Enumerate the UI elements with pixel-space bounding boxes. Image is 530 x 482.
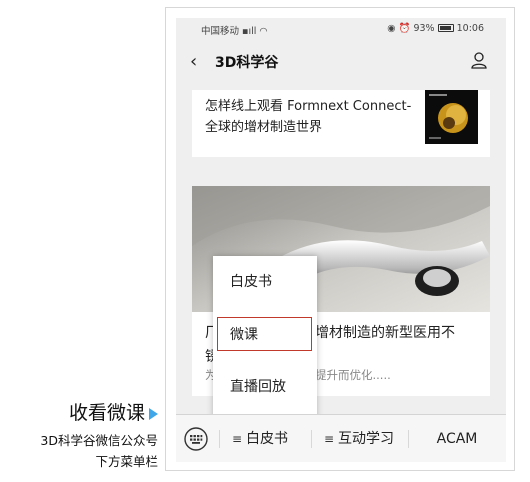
menu-acam[interactable]: ACAM — [408, 415, 506, 462]
nav-bar: ‹ 3D科学谷 — [176, 46, 506, 76]
article-title-end: 增材制造的新型医用不 — [315, 325, 455, 341]
keyboard-icon[interactable] — [184, 427, 208, 451]
caption-title-text: 收看微课 — [68, 402, 145, 424]
battery-percent: 93% — [413, 23, 435, 34]
menu-label: 互动学习 — [338, 431, 395, 447]
caption-line1: 3D科学谷微信公众号 — [40, 433, 158, 448]
page-title: 3D科学谷 — [215, 55, 279, 71]
profile-icon[interactable] — [470, 51, 488, 69]
menu-divider — [219, 430, 220, 448]
submenu-item-microcourse[interactable]: 微课 — [213, 315, 317, 355]
article-thumbnail — [425, 90, 478, 144]
menu-label: ACAM — [436, 431, 478, 447]
clock-time: 10:06 — [456, 23, 484, 34]
menu-whitepaper[interactable]: ≡ 白皮书 — [219, 415, 301, 462]
article-title: 怎样线上观看 Formnext Connect-全球的增材制造世界 — [205, 99, 412, 135]
menu-interactive-learning[interactable]: ≡ 互动学习 — [311, 415, 407, 462]
phone-screen: 中国移动 ▪ıll ◠ ◉ ⏰ 93% 10:06 ‹ 3D科学谷 怎样线上观看… — [176, 18, 506, 462]
status-bar: 中国移动 ▪ıll ◠ ◉ ⏰ 93% 10:06 — [176, 18, 506, 38]
article-card-formnext[interactable]: 怎样线上观看 Formnext Connect-全球的增材制造世界 — [192, 90, 490, 157]
menu-icon: ≡ — [323, 432, 335, 446]
back-icon[interactable]: ‹ — [190, 51, 197, 72]
menu-icon: ≡ — [231, 432, 243, 446]
menu-label: 白皮书 — [246, 431, 289, 447]
menu-divider — [311, 430, 312, 448]
submenu-popup: 白皮书 微课 直播回放 — [213, 256, 317, 421]
article-desc-end: 提升而优化..... — [315, 368, 391, 382]
status-right: ◉ ⏰ 93% 10:06 — [387, 23, 484, 34]
arrow-right-icon — [149, 407, 158, 420]
battery-icon — [437, 24, 454, 32]
submenu-item-whitepaper[interactable]: 白皮书 — [213, 262, 317, 302]
carrier-text: 中国移动 — [201, 26, 240, 37]
caption-line2: 下方菜单栏 — [95, 454, 158, 469]
caption-title: 收看微课 — [69, 398, 158, 425]
phone-frame: 中国移动 ▪ıll ◠ ◉ ⏰ 93% 10:06 ‹ 3D科学谷 怎样线上观看… — [165, 7, 515, 471]
carrier-label: 中国移动 ▪ıll ◠ — [201, 26, 268, 37]
menu-divider — [408, 430, 409, 448]
bottom-menu-bar: ≡ 白皮书 ≡ 互动学习 ACAM — [176, 414, 506, 462]
submenu-item-live-replay[interactable]: 直播回放 — [213, 367, 317, 407]
